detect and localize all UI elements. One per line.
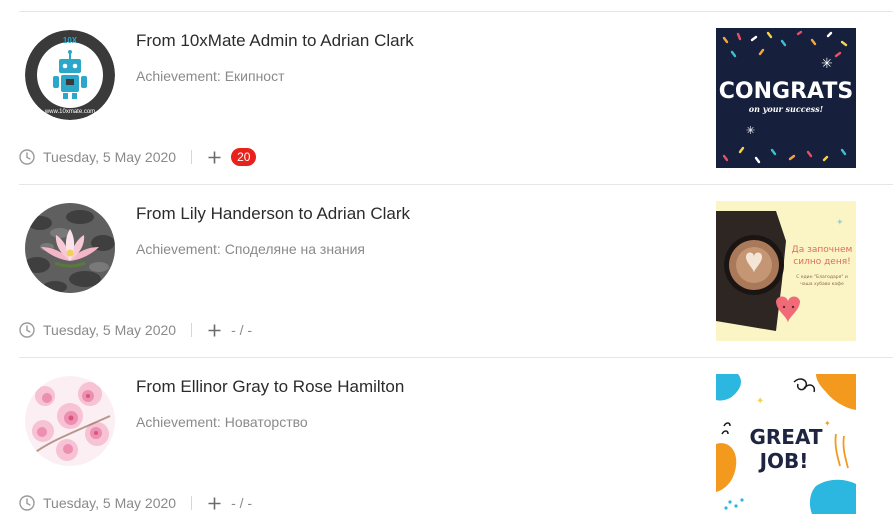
card-meta: Tuesday, 5 May 2020 - / -	[19, 319, 252, 341]
great-job-card-image: ✦ ✦ GREAT JOB!	[716, 374, 856, 514]
card-image[interactable]: Да започнем силно деня! С един "Благодар…	[716, 201, 856, 341]
recognition-card: From Ellinor Gray to Rose Hamilton Achie…	[19, 358, 893, 521]
meta-separator	[191, 323, 193, 337]
plus-icon[interactable]	[208, 151, 221, 164]
card-title[interactable]: From Lily Handerson to Adrian Clark	[136, 204, 410, 224]
card-meta: Tuesday, 5 May 2020 - / -	[19, 492, 252, 514]
achievement-label: Achievement: Новаторство	[136, 414, 308, 430]
svg-text:CONGRATS: CONGRATS	[719, 79, 853, 104]
card-title[interactable]: From 10xMate Admin to Adrian Clark	[136, 31, 414, 51]
plus-icon[interactable]	[208, 324, 221, 337]
likes-count-text: - / -	[231, 495, 253, 511]
card-title[interactable]: From Ellinor Gray to Rose Hamilton	[136, 377, 404, 397]
card-image[interactable]: ✳ ✳ CONGRATS on your success!	[716, 28, 856, 168]
svg-text:чаша хубаво кафе: чаша хубаво кафе	[800, 281, 844, 287]
svg-text:С един "Благодаря" и: С един "Благодаря" и	[796, 274, 848, 280]
svg-text:on your success!: on your success!	[749, 104, 824, 114]
recognition-card: 10X www.10xmate.com From 10xMate Admin t…	[19, 12, 893, 185]
card-image[interactable]: ✦ ✦ GREAT JOB!	[716, 374, 856, 514]
likes-count-badge: 20	[231, 148, 257, 166]
likes-count-text: - / -	[231, 322, 253, 338]
achievement-label: Achievement: Споделяне на знания	[136, 241, 366, 257]
robot-logo-icon: 10X www.10xmate.com	[25, 30, 115, 120]
meta-separator	[191, 496, 193, 510]
svg-text:GREAT: GREAT	[749, 425, 822, 449]
svg-text:✦: ✦	[824, 419, 831, 428]
meta-separator	[191, 150, 193, 164]
coffee-card-image: Да започнем силно деня! С един "Благодар…	[716, 201, 856, 341]
recognition-card: From Lily Handerson to Adrian Clark Achi…	[19, 185, 893, 358]
svg-text:✳: ✳	[821, 56, 833, 72]
avatar[interactable]: 10X www.10xmate.com	[25, 30, 115, 120]
plus-icon[interactable]	[208, 497, 221, 510]
svg-text:✦: ✦	[836, 218, 844, 228]
svg-text:Да започнем: Да започнем	[792, 245, 853, 255]
clock-icon	[19, 322, 35, 338]
date-text: Tuesday, 5 May 2020	[43, 149, 177, 165]
avatar[interactable]	[25, 203, 115, 293]
svg-text:силно деня!: силно деня!	[793, 257, 850, 267]
date-text: Tuesday, 5 May 2020	[43, 322, 177, 338]
svg-text:✦: ✦	[756, 396, 764, 407]
avatar[interactable]	[25, 376, 115, 466]
svg-text:✳: ✳	[746, 124, 755, 137]
achievement-label: Achievement: Екипност	[136, 68, 285, 84]
svg-text:JOB!: JOB!	[758, 449, 809, 473]
svg-text:www.10xmate.com: www.10xmate.com	[44, 109, 95, 115]
date-text: Tuesday, 5 May 2020	[43, 495, 177, 511]
clock-icon	[19, 495, 35, 511]
svg-text:10X: 10X	[63, 36, 78, 45]
cherry-blossom-icon	[25, 376, 115, 466]
clock-icon	[19, 149, 35, 165]
congrats-card-image: ✳ ✳ CONGRATS on your success!	[716, 28, 856, 168]
card-meta: Tuesday, 5 May 2020 20	[19, 146, 257, 168]
lotus-flower-icon	[25, 203, 115, 293]
